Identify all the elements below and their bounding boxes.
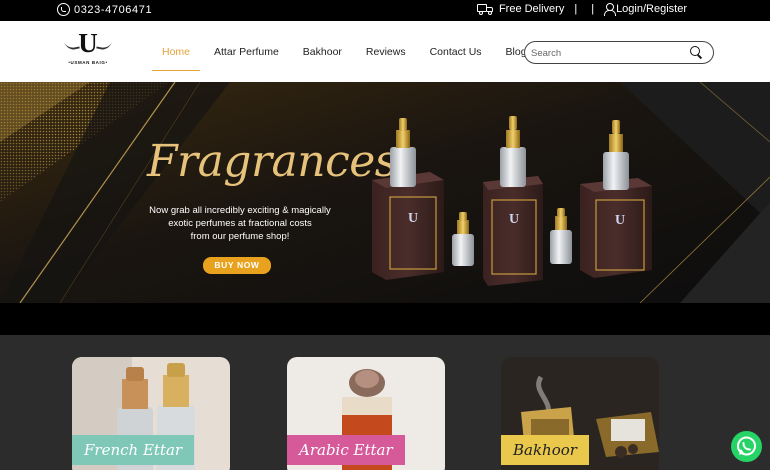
truck-icon <box>476 4 493 15</box>
search-box <box>524 41 714 64</box>
box-mark: U <box>615 213 625 228</box>
hero-line: from our perfume shop! <box>190 231 290 242</box>
divider: | <box>574 3 578 15</box>
whatsapp-float-icon <box>737 436 756 456</box>
nav-bakhoor[interactable]: Bakhoor <box>291 39 354 65</box>
box-mark: U <box>408 211 418 226</box>
phone-contact[interactable]: 0323-4706471 <box>57 3 152 16</box>
nav-attar-perfume[interactable]: Attar Perfume <box>202 39 291 65</box>
site-logo[interactable]: U •USMAN BAIG• <box>63 30 113 70</box>
section-divider <box>0 303 770 335</box>
hero-line: exotic perfumes at fractional costs <box>168 218 312 229</box>
category-label[interactable]: Arabic Ettar <box>287 435 405 465</box>
category-card-arabic-ettar[interactable]: Arabic Ettar <box>287 357 445 470</box>
nav-contact-us[interactable]: Contact Us <box>418 39 494 65</box>
buy-now-button[interactable]: BUY NOW <box>203 257 271 274</box>
whatsapp-icon <box>57 3 70 16</box>
free-delivery-text: Free Delivery <box>498 3 565 15</box>
nav-reviews[interactable]: Reviews <box>354 39 418 65</box>
main-nav: Home Attar Perfume Bakhoor Reviews Conta… <box>150 21 544 82</box>
nav-home[interactable]: Home <box>150 39 202 71</box>
phone-number[interactable]: 0323-4706471 <box>74 4 152 16</box>
perfume-bottles-image: U U U <box>372 116 652 286</box>
box-mark: U <box>509 212 519 227</box>
search-icon[interactable] <box>689 45 703 59</box>
login-register-link[interactable]: Login/Register <box>616 3 687 15</box>
top-bar: 0323-4706471 Free Delivery | | Login/Reg… <box>0 0 770 21</box>
search-input[interactable] <box>531 45 681 61</box>
hero-banner[interactable]: Fragrances Now grab all incredibly excit… <box>0 82 770 303</box>
hero-description: Now grab all incredibly exciting & magic… <box>130 204 350 243</box>
user-icon[interactable] <box>604 3 617 16</box>
logo-brand: •USMAN BAIG• <box>68 60 108 65</box>
whatsapp-float-button[interactable] <box>731 431 762 462</box>
category-label[interactable]: French Ettar <box>72 435 195 465</box>
divider: | <box>591 3 595 15</box>
category-label[interactable]: Bakhoor <box>501 435 589 465</box>
category-card-bakhoor[interactable]: Bakhoor <box>501 357 659 470</box>
logo-mark: U <box>78 28 98 58</box>
main-header: U •USMAN BAIG• Home Attar Perfume Bakhoo… <box>0 21 770 82</box>
top-bar-right: Free Delivery | | Login/Register <box>476 3 687 16</box>
category-card-french-ettar[interactable]: French Ettar <box>72 357 230 470</box>
hero-line: Now grab all incredibly exciting & magic… <box>149 205 331 216</box>
category-section: French Ettar Arabic Ettar Bakhoor <box>0 303 770 470</box>
